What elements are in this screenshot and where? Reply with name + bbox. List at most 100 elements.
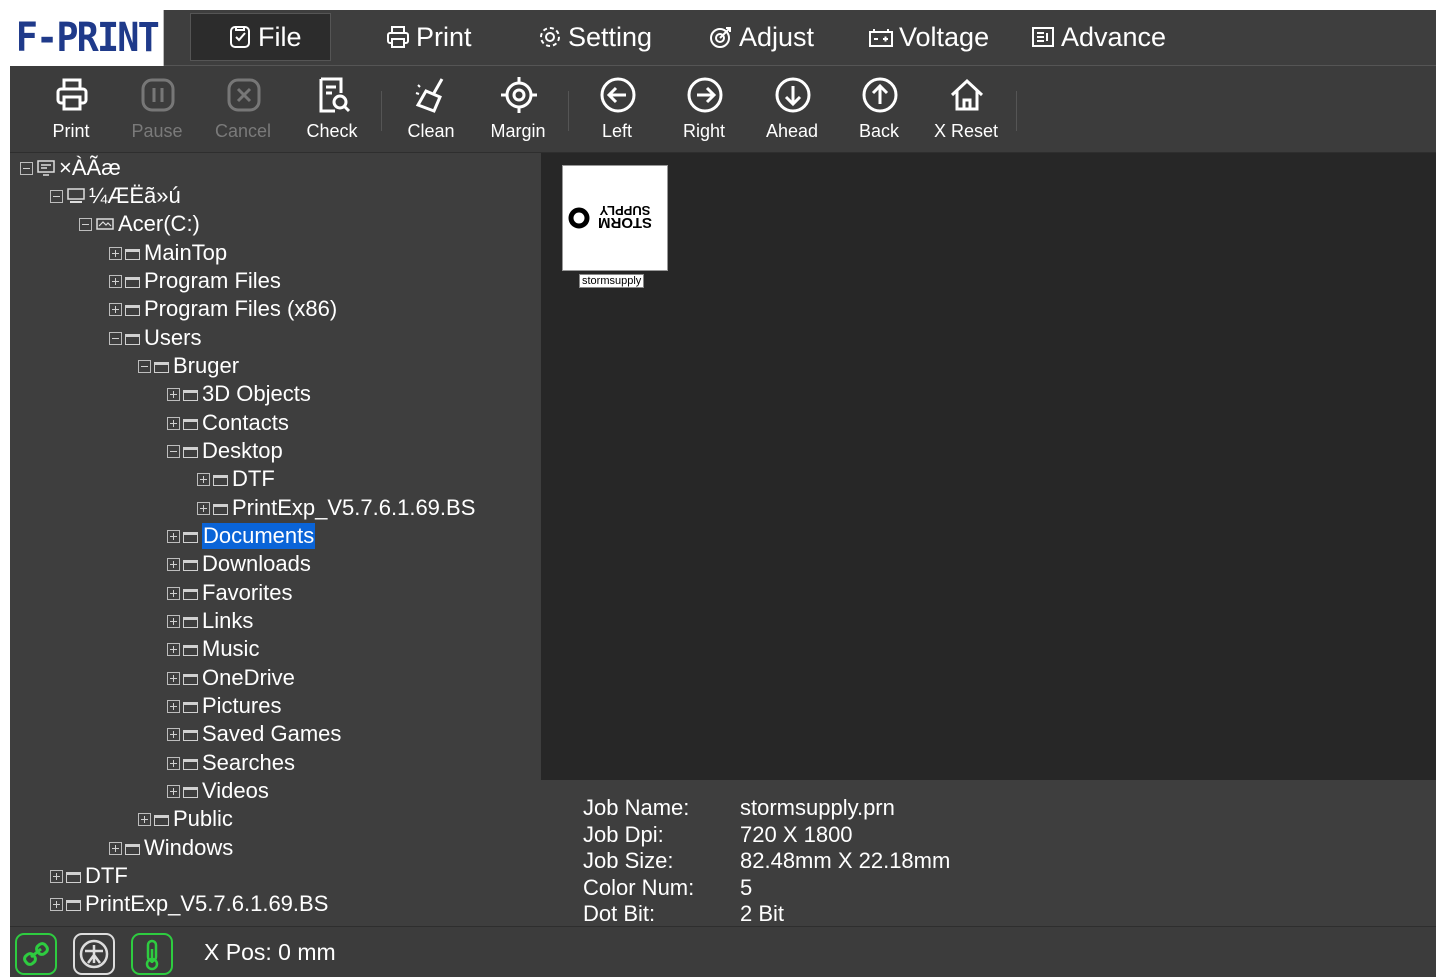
tree-node-label: Acer(C:) (118, 211, 200, 236)
collapse-icon[interactable] (79, 217, 92, 231)
tree-node-folder[interactable]: 3D Objects (167, 380, 311, 408)
expand-icon[interactable] (197, 501, 210, 515)
tree-node-folder[interactable]: PrintExp_V5.7.6.1.69.BS (50, 890, 328, 918)
tree-node-folder[interactable]: Searches (167, 749, 295, 777)
tree-node-folder[interactable]: PrintExp_V5.7.6.1.69.BS (197, 494, 475, 522)
file-thumbnail[interactable]: SUPPLY STORM (562, 165, 668, 271)
pause-button[interactable]: Pause (114, 67, 200, 153)
left-button[interactable]: Left (574, 67, 660, 153)
tree-node-label: ×ÀÃæ (59, 155, 121, 180)
folder-icon (183, 559, 198, 571)
expand-icon[interactable] (138, 812, 151, 826)
expand-icon[interactable] (50, 897, 63, 911)
expand-icon[interactable] (109, 246, 122, 260)
expand-icon[interactable] (167, 557, 180, 571)
svg-text:STORM: STORM (598, 214, 652, 231)
tree-node-folder[interactable]: MainTop (109, 239, 227, 267)
print-button-label: Print (52, 121, 90, 141)
arrow-left-icon (600, 77, 636, 113)
menu-print[interactable]: Print (385, 13, 472, 61)
connection-status[interactable] (15, 933, 57, 975)
printhead-status[interactable] (73, 933, 115, 975)
tree-node-folder[interactable]: Program Files (109, 267, 281, 295)
cancel-icon (227, 78, 261, 112)
folder-icon (183, 729, 198, 741)
tree-node-folder[interactable]: Favorites (167, 579, 292, 607)
tree-node-label: 3D Objects (202, 381, 311, 406)
expand-icon[interactable] (50, 869, 63, 883)
folder-tree[interactable]: ×ÀÃæ ¼ÆËã»ú Acer(C:) MainTop Program Fil… (10, 153, 541, 926)
battery-icon (869, 29, 893, 47)
expand-icon[interactable] (109, 274, 122, 288)
x-reset-button[interactable]: X Reset (923, 67, 1009, 153)
file-preview-pane[interactable]: SUPPLY STORM stormsupply (541, 153, 1436, 780)
tree-node-folder[interactable]: Public (138, 805, 233, 833)
tree-node-folder[interactable]: DTF (50, 862, 128, 890)
check-button[interactable]: Check (289, 67, 375, 153)
expand-icon[interactable] (167, 699, 180, 713)
expand-icon[interactable] (167, 727, 180, 741)
expand-icon[interactable] (167, 784, 180, 798)
menu-adjust[interactable]: Adjust (708, 13, 814, 61)
desktop-icon (37, 160, 55, 176)
margin-button-label: Margin (490, 121, 546, 141)
tree-node-label: PrintExp_V5.7.6.1.69.BS (232, 495, 476, 520)
job-name-value: stormsupply.prn (740, 795, 895, 820)
clean-button[interactable]: Clean (388, 67, 474, 153)
menu-advance[interactable]: Advance (1030, 13, 1166, 61)
collapse-icon[interactable] (138, 359, 151, 373)
tree-node-folder[interactable]: Bruger (138, 352, 239, 380)
expand-icon[interactable] (197, 472, 210, 486)
folder-icon (183, 673, 198, 685)
tree-node-folder[interactable]: OneDrive (167, 664, 295, 692)
right-button[interactable]: Right (661, 67, 747, 153)
tree-node-desktop-root[interactable]: ×ÀÃæ (20, 154, 121, 182)
print-button[interactable]: Print (28, 67, 114, 153)
cancel-button[interactable]: Cancel (200, 67, 286, 153)
tree-node-label: ¼ÆËã»ú (89, 183, 181, 208)
ahead-button-label: Ahead (765, 121, 819, 141)
expand-icon[interactable] (167, 416, 180, 430)
tree-node-folder[interactable]: Contacts (167, 409, 289, 437)
expand-icon[interactable] (167, 756, 180, 770)
tree-node-folder[interactable]: Saved Games (167, 720, 341, 748)
tree-node-folder[interactable]: Videos (167, 777, 269, 805)
expand-icon[interactable] (167, 642, 180, 656)
printhead-icon (79, 939, 109, 969)
menu-voltage[interactable]: Voltage (868, 13, 989, 61)
tree-node-drive-c[interactable]: Acer(C:) (79, 210, 200, 238)
expand-icon[interactable] (167, 387, 180, 401)
menu-file[interactable]: File (190, 13, 331, 61)
expand-icon[interactable] (109, 302, 122, 316)
expand-icon[interactable] (167, 586, 180, 600)
menu-setting[interactable]: Setting (537, 13, 652, 61)
temperature-status[interactable] (131, 933, 173, 975)
back-button[interactable]: Back (836, 67, 922, 153)
margin-button[interactable]: Margin (475, 67, 561, 153)
folder-icon (213, 503, 228, 515)
tree-node-folder[interactable]: DTF (197, 465, 275, 493)
tree-node-folder[interactable]: Pictures (167, 692, 281, 720)
tree-node-folder[interactable]: Program Files (x86) (109, 295, 337, 323)
file-icon (230, 26, 250, 48)
tree-node-folder[interactable]: Links (167, 607, 253, 635)
collapse-icon[interactable] (109, 331, 122, 345)
gear-icon (540, 27, 560, 47)
tree-node-folder[interactable]: Downloads (167, 550, 311, 578)
tree-node-label: Downloads (202, 551, 311, 576)
pause-icon (141, 78, 175, 112)
collapse-icon[interactable] (20, 161, 33, 175)
expand-icon[interactable] (167, 614, 180, 628)
ahead-button[interactable]: Ahead (749, 67, 835, 153)
expand-icon[interactable] (109, 841, 122, 855)
tree-node-folder-selected[interactable]: Documents (167, 522, 316, 550)
tree-node-folder[interactable]: Desktop (167, 437, 283, 465)
tree-node-computer[interactable]: ¼ÆËã»ú (50, 182, 181, 210)
expand-icon[interactable] (167, 529, 180, 543)
collapse-icon[interactable] (50, 189, 63, 203)
tree-node-folder[interactable]: Windows (109, 834, 233, 862)
tree-node-folder[interactable]: Users (109, 324, 201, 352)
collapse-icon[interactable] (167, 444, 180, 458)
tree-node-folder[interactable]: Music (167, 635, 259, 663)
expand-icon[interactable] (167, 671, 180, 685)
